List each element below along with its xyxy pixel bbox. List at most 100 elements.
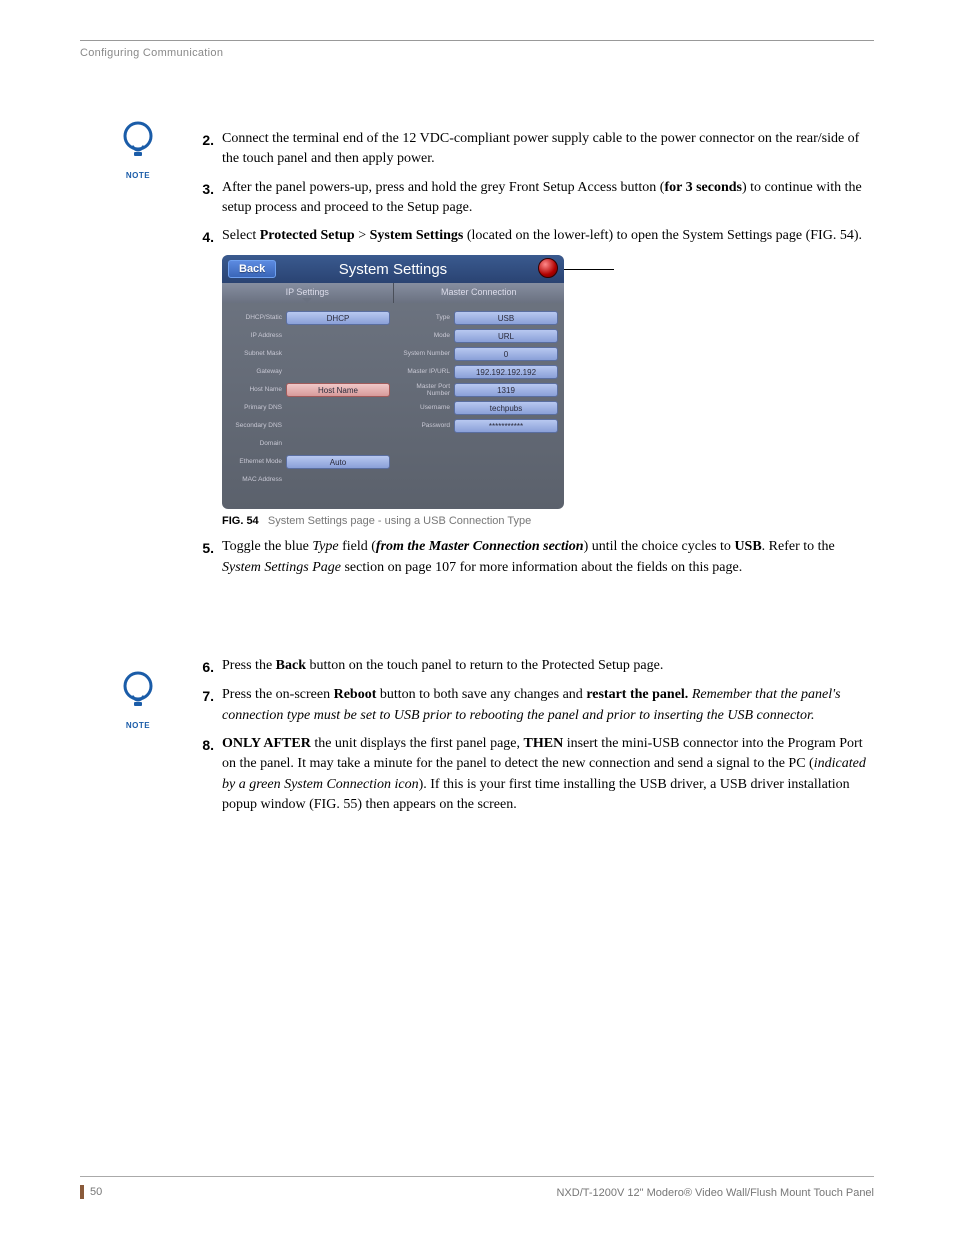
step-item: 6. Press the Back button on the touch pan… <box>190 656 874 677</box>
panel-tabs: IP Settings Master Connection <box>222 283 564 303</box>
page-number: 50 <box>90 1186 102 1198</box>
setting-label: Username <box>396 404 454 411</box>
header-rule <box>80 40 874 41</box>
setting-label: MAC Address <box>228 476 286 483</box>
footer-accent-bar <box>80 1185 84 1199</box>
step-text: Press the on-screen Reboot button to bot… <box>222 685 874 726</box>
panel-titlebar: Back System Settings <box>222 255 564 283</box>
setting-field <box>286 347 390 361</box>
setting-row: Master IP/URL192.192.192.192 <box>396 363 558 380</box>
note-spacer <box>130 586 874 656</box>
setting-row: Host NameHost Name <box>228 381 390 398</box>
setting-field[interactable]: techpubs <box>454 401 558 415</box>
setting-label: Gateway <box>228 368 286 375</box>
setting-field[interactable]: Auto <box>286 455 390 469</box>
setting-field <box>286 365 390 379</box>
system-settings-screenshot: Back System Settings IP Settings Master … <box>222 255 874 509</box>
step-text: After the panel powers-up, press and hol… <box>222 178 874 219</box>
step-number: 6. <box>190 657 214 677</box>
setting-label: Secondary DNS <box>228 422 286 429</box>
setting-row: Gateway <box>228 363 390 380</box>
step-number: 8. <box>190 735 214 815</box>
setting-field[interactable]: *********** <box>454 419 558 433</box>
setting-field <box>286 401 390 415</box>
setting-label: Mode <box>396 332 454 339</box>
step-number: 5. <box>190 538 214 578</box>
setting-field[interactable]: 1319 <box>454 383 558 397</box>
step-item: 8.ONLY AFTER the unit displays the first… <box>190 734 874 815</box>
note-label: NOTE <box>120 721 156 730</box>
setting-label: Domain <box>228 440 286 447</box>
step-text: Toggle the blue Type field (from the Mas… <box>222 537 874 578</box>
note-label: NOTE <box>120 171 156 180</box>
setting-field <box>286 437 390 451</box>
tab-master-connection[interactable]: Master Connection <box>394 283 565 303</box>
step-text: Connect the terminal end of the 12 VDC-c… <box>222 129 874 170</box>
setting-field <box>286 473 390 487</box>
step-item: 2.Connect the terminal end of the 12 VDC… <box>190 129 874 170</box>
setting-row: Primary DNS <box>228 399 390 416</box>
setting-label: Type <box>396 314 454 321</box>
setting-field[interactable]: Host Name <box>286 383 390 397</box>
footer-product: NXD/T-1200V 12" Modero® Video Wall/Flush… <box>556 1187 874 1199</box>
status-indicator-icon <box>538 258 558 278</box>
setting-field[interactable]: DHCP <box>286 311 390 325</box>
setting-row: Usernametechpubs <box>396 399 558 416</box>
setting-label: Password <box>396 422 454 429</box>
content: 2.Connect the terminal end of the 12 VDC… <box>130 129 874 815</box>
system-settings-panel: Back System Settings IP Settings Master … <box>222 255 564 509</box>
step-item: 7.Press the on-screen Reboot button to b… <box>190 685 874 726</box>
ip-settings-column: DHCP/StaticDHCPIP AddressSubnet MaskGate… <box>228 309 390 489</box>
panel-body: DHCP/StaticDHCPIP AddressSubnet MaskGate… <box>222 303 564 497</box>
setting-label: Master Port Number <box>396 383 454 397</box>
setting-row: Password*********** <box>396 417 558 434</box>
setting-field <box>286 419 390 433</box>
step-item: 5.Toggle the blue Type field (from the M… <box>190 537 874 578</box>
setting-label: Primary DNS <box>228 404 286 411</box>
master-connection-column: TypeUSBModeURLSystem Number0Master IP/UR… <box>396 309 558 489</box>
note-icon: NOTE <box>120 120 156 180</box>
setting-label: Ethernet Mode <box>228 458 286 465</box>
page: Configuring Communication NOTE 2.Connect… <box>0 0 954 853</box>
back-button[interactable]: Back <box>228 260 276 278</box>
setting-label: Subnet Mask <box>228 350 286 357</box>
callout-line <box>564 269 614 270</box>
step-number: 4. <box>190 227 214 247</box>
setting-row: System Number0 <box>396 345 558 362</box>
steps-list-a: 2.Connect the terminal end of the 12 VDC… <box>190 129 874 247</box>
step-text: Select Protected Setup > System Settings… <box>222 226 874 247</box>
setting-label: Host Name <box>228 386 286 393</box>
setting-row: TypeUSB <box>396 309 558 326</box>
setting-row: Secondary DNS <box>228 417 390 434</box>
step-text: Press the Back button on the touch panel… <box>222 656 874 677</box>
step-number: 7. <box>190 686 214 726</box>
setting-row: Subnet Mask <box>228 345 390 362</box>
setting-row: Ethernet ModeAuto <box>228 453 390 470</box>
note-icon: NOTE <box>120 670 156 730</box>
setting-label: System Number <box>396 350 454 357</box>
step-number: 2. <box>190 130 214 170</box>
setting-field[interactable]: 0 <box>454 347 558 361</box>
setting-label: DHCP/Static <box>228 314 286 321</box>
setting-label: IP Address <box>228 332 286 339</box>
footer: 50 NXD/T-1200V 12" Modero® Video Wall/Fl… <box>80 1176 874 1199</box>
step-text: ONLY AFTER the unit displays the first p… <box>222 734 874 815</box>
step-number: 3. <box>190 179 214 219</box>
setting-row: ModeURL <box>396 327 558 344</box>
setting-row: DHCP/StaticDHCP <box>228 309 390 326</box>
header-section: Configuring Communication <box>80 47 874 59</box>
figure-number: FIG. 54 <box>222 515 259 527</box>
figure-caption: FIG. 54 System Settings page - using a U… <box>222 515 874 527</box>
setting-field[interactable]: 192.192.192.192 <box>454 365 558 379</box>
setting-row: MAC Address <box>228 471 390 488</box>
setting-field[interactable]: URL <box>454 329 558 343</box>
figure-text: System Settings page - using a USB Conne… <box>262 515 531 527</box>
setting-field <box>286 329 390 343</box>
setting-row: Domain <box>228 435 390 452</box>
tab-ip-settings[interactable]: IP Settings <box>222 283 394 303</box>
step-item: 4. Select Protected Setup > System Settin… <box>190 226 874 247</box>
setting-row: Master Port Number1319 <box>396 381 558 398</box>
setting-label: Master IP/URL <box>396 368 454 375</box>
steps-list-c: 6. Press the Back button on the touch pan… <box>190 656 874 815</box>
setting-field[interactable]: USB <box>454 311 558 325</box>
